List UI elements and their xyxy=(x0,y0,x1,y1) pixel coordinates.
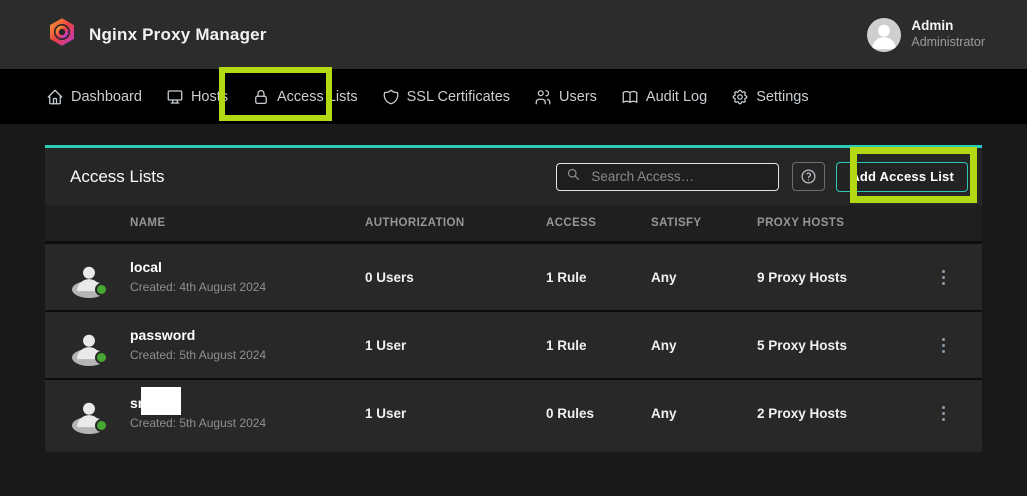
shield-icon xyxy=(382,88,400,106)
column-satisfy: SATISFY xyxy=(651,217,757,229)
nav-item-access-lists[interactable]: Access Lists xyxy=(252,88,358,106)
table-row[interactable]: password Created: 5th August 2024 1 User… xyxy=(45,312,982,380)
column-proxy-hosts: PROXY HOSTS xyxy=(757,217,905,229)
help-button[interactable] xyxy=(792,162,825,191)
nginx-proxy-manager-screen: Nginx Proxy Manager Admin Administrator xyxy=(0,0,1027,496)
users-icon xyxy=(534,88,552,106)
user-role: Administrator xyxy=(911,35,985,51)
book-icon xyxy=(621,88,639,106)
nav-item-hosts[interactable]: Hosts xyxy=(166,88,228,106)
proxy-hosts-value: 9 Proxy Hosts xyxy=(757,270,905,285)
search-icon xyxy=(566,167,581,187)
satisfy-value: Any xyxy=(651,338,757,353)
nav-label: Hosts xyxy=(191,89,228,105)
table-row[interactable]: sn Created: 5th August 2024 1 User 0 Rul… xyxy=(45,380,982,446)
nav-label: Users xyxy=(559,89,597,105)
topbar: Nginx Proxy Manager Admin Administrator xyxy=(0,0,1027,69)
nav-label: Dashboard xyxy=(71,89,142,105)
nav-item-ssl-certificates[interactable]: SSL Certificates xyxy=(382,88,510,106)
column-access: ACCESS xyxy=(546,217,651,229)
status-dot xyxy=(95,283,108,296)
access-lists-card: Access Lists Add Access List NAME AUTHOR xyxy=(45,145,982,452)
row-avatar xyxy=(72,260,106,294)
row-menu-kebab-icon[interactable] xyxy=(936,264,951,291)
lock-icon xyxy=(252,88,270,106)
nav-label: Settings xyxy=(756,89,808,105)
row-menu-kebab-icon[interactable] xyxy=(936,332,951,359)
nav-label: Audit Log xyxy=(646,89,707,105)
status-dot xyxy=(95,419,108,432)
app-title: Nginx Proxy Manager xyxy=(89,25,267,45)
add-access-list-button[interactable]: Add Access List xyxy=(836,162,968,192)
user-menu[interactable]: Admin Administrator xyxy=(867,18,985,52)
search-box xyxy=(556,163,779,191)
redaction-box xyxy=(141,387,181,415)
row-name-cell[interactable]: password Created: 5th August 2024 xyxy=(130,327,365,362)
page-title: Access Lists xyxy=(70,167,556,187)
access-list-created: Created: 4th August 2024 xyxy=(130,280,365,294)
table-header: NAME AUTHORIZATION ACCESS SATISFY PROXY … xyxy=(45,205,982,244)
nav-item-settings[interactable]: Settings xyxy=(731,88,808,106)
nav-item-audit-log[interactable]: Audit Log xyxy=(621,88,707,106)
access-list-name: password xyxy=(130,327,365,344)
search-input[interactable] xyxy=(589,168,769,185)
access-value: 0 Rules xyxy=(546,406,651,421)
gear-icon xyxy=(731,88,749,106)
proxy-hosts-value: 2 Proxy Hosts xyxy=(757,406,905,421)
column-authorization: AUTHORIZATION xyxy=(365,217,546,229)
access-value: 1 Rule xyxy=(546,270,651,285)
row-avatar xyxy=(72,328,106,362)
home-icon xyxy=(46,88,64,106)
user-name: Admin xyxy=(911,18,985,35)
column-name: NAME xyxy=(130,217,365,229)
status-dot xyxy=(95,351,108,364)
row-name-cell[interactable]: local Created: 4th August 2024 xyxy=(130,259,365,294)
user-meta: Admin Administrator xyxy=(911,18,985,51)
nav-item-users[interactable]: Users xyxy=(534,88,597,106)
monitor-icon xyxy=(166,88,184,106)
satisfy-value: Any xyxy=(651,406,757,421)
access-list-created: Created: 5th August 2024 xyxy=(130,416,365,430)
help-icon xyxy=(800,168,817,185)
access-list-name: local xyxy=(130,259,365,276)
satisfy-value: Any xyxy=(651,270,757,285)
access-list-created: Created: 5th August 2024 xyxy=(130,348,365,362)
authorization-value: 1 User xyxy=(365,338,546,353)
row-avatar xyxy=(72,396,106,430)
card-header: Access Lists Add Access List xyxy=(45,148,982,205)
access-value: 1 Rule xyxy=(546,338,651,353)
authorization-value: 0 Users xyxy=(365,270,546,285)
nav-item-dashboard[interactable]: Dashboard xyxy=(46,88,142,106)
nav-label: Access Lists xyxy=(277,89,358,105)
app-logo-icon xyxy=(47,17,77,52)
nav-label: SSL Certificates xyxy=(407,89,510,105)
brand: Nginx Proxy Manager xyxy=(47,17,267,52)
row-menu-kebab-icon[interactable] xyxy=(936,400,951,427)
authorization-value: 1 User xyxy=(365,406,546,421)
user-avatar xyxy=(867,18,901,52)
proxy-hosts-value: 5 Proxy Hosts xyxy=(757,338,905,353)
table-row[interactable]: local Created: 4th August 2024 0 Users 1… xyxy=(45,244,982,312)
main-nav: Dashboard Hosts Access Lists xyxy=(0,69,1027,124)
